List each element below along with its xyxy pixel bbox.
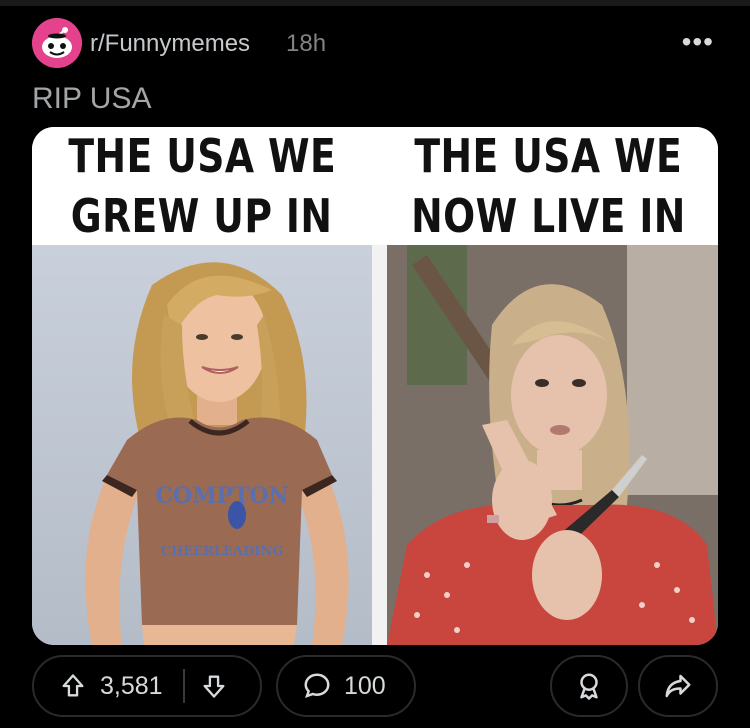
caption-right: THE USA WE NOW LIVE IN [378, 127, 718, 245]
shirt-text-bottom: CHEERLEADING [161, 544, 284, 559]
comments-button[interactable]: 100 [276, 655, 416, 717]
shirt-text-top: COMPTON [155, 483, 288, 509]
upvote-icon[interactable] [56, 669, 90, 703]
subreddit-name[interactable]: r/Funnymemes [90, 30, 250, 58]
vote-pill: 3,581 [32, 655, 262, 717]
photo-left: COMPTON CHEERLEADING [32, 245, 372, 645]
caption-left-line2: GREW UP IN [71, 189, 333, 243]
comment-icon [300, 669, 334, 703]
caption-right-line1: THE USA WE [414, 129, 682, 183]
post-age: 18h [286, 30, 327, 57]
share-button[interactable] [638, 655, 718, 717]
image-divider [372, 245, 387, 645]
comment-count: 100 [344, 671, 386, 700]
photo-right [387, 245, 718, 645]
caption-left-line1: THE USA WE [68, 129, 336, 183]
post-image[interactable]: THE USA WE GREW UP IN THE USA WE NOW LIV… [32, 127, 718, 645]
downvote-icon[interactable] [197, 669, 231, 703]
subreddit-avatar[interactable] [32, 18, 82, 68]
top-divider [0, 0, 750, 6]
caption-left: THE USA WE GREW UP IN [32, 127, 372, 245]
post-title[interactable]: RIP USA [32, 82, 152, 116]
more-icon[interactable]: ••• [682, 26, 714, 58]
award-button[interactable] [550, 655, 628, 717]
vote-separator [182, 669, 185, 703]
post-header: r/Funnymemes 18h ••• [32, 18, 722, 68]
post-actions: 3,581 100 [32, 655, 718, 717]
upvote-count: 3,581 [100, 671, 163, 700]
caption-right-line2: NOW LIVE IN [410, 189, 686, 243]
snoo-avatar-icon [32, 18, 82, 68]
share-icon [661, 669, 695, 703]
award-icon [572, 669, 606, 703]
